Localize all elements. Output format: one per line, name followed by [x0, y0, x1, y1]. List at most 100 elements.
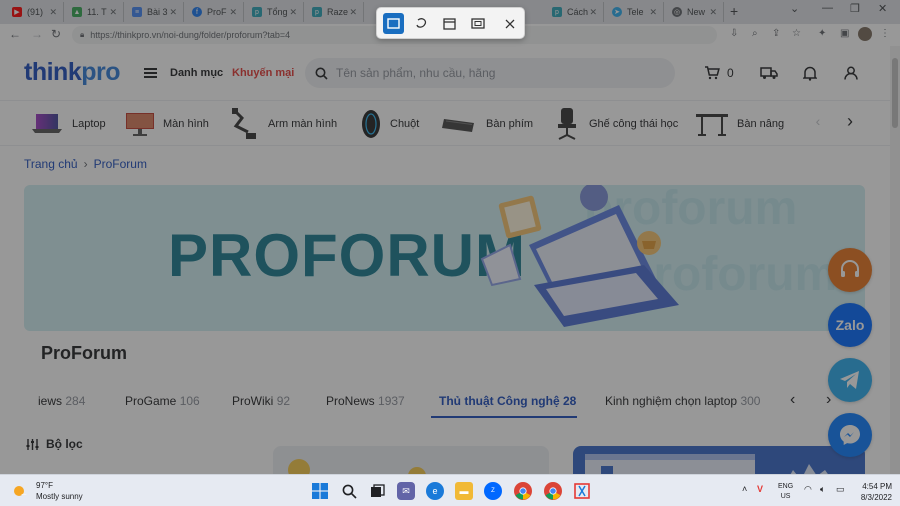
snip-close-button[interactable] [499, 13, 520, 34]
close-icon[interactable]: ✕ [49, 7, 57, 18]
category-prev-icon[interactable]: ‹ [808, 113, 828, 133]
snipping-tool-button[interactable] [573, 482, 591, 500]
browser-tab[interactable]: p Raze ✕ [306, 2, 364, 22]
proforum-banner[interactable]: proforum proforum PROFORUM [24, 185, 865, 331]
restore-icon[interactable]: ❐ [850, 2, 860, 15]
close-icon[interactable]: ✕ [289, 7, 297, 18]
tab-prowiki[interactable]: ProWiki 92 [232, 394, 290, 408]
file-explorer-button[interactable]: ▬ [455, 482, 473, 500]
menu-link[interactable]: Danh mục [170, 67, 223, 79]
bell-icon[interactable] [803, 66, 817, 81]
browser-tab[interactable]: ➤ Tele ✕ [606, 2, 664, 22]
promo-link[interactable]: Khuyến mại [232, 67, 294, 79]
article-card[interactable] [273, 446, 549, 474]
browser-tab[interactable]: f ProF ✕ [186, 2, 244, 22]
forward-icon[interactable]: → [31, 27, 43, 41]
category-next-icon[interactable]: › [840, 111, 860, 131]
chrome-profile-button[interactable] [544, 482, 562, 500]
category-laptop[interactable]: Laptop [30, 101, 106, 147]
rectangle-snip-button[interactable] [383, 13, 404, 34]
back-icon[interactable]: ← [9, 27, 21, 41]
article-card[interactable] [573, 446, 865, 474]
chevron-left-icon[interactable]: ‹ [790, 391, 795, 409]
close-icon[interactable]: ✕ [649, 7, 657, 18]
hamburger-icon[interactable] [144, 68, 157, 78]
volume-icon[interactable]: 🔈︎ [820, 484, 825, 495]
chevron-right-icon[interactable]: › [826, 391, 831, 409]
new-tab-button[interactable]: + [730, 3, 738, 19]
browser-tab[interactable]: ◎ New ✕ [666, 2, 724, 22]
delivery-truck-icon[interactable] [760, 66, 778, 80]
edge-button[interactable]: e [426, 482, 444, 500]
category-label: Màn hình [163, 118, 209, 130]
drive-icon: ▲ [72, 7, 82, 17]
language-indicator[interactable]: ENG US [778, 482, 793, 502]
start-button[interactable] [311, 482, 329, 500]
category-monitor-arm[interactable]: Arm màn hình [230, 101, 337, 147]
tab-search-icon[interactable]: ⌄ [790, 2, 799, 15]
browser-tab[interactable]: p Cách ✕ [546, 2, 604, 22]
menu-dots-icon[interactable]: ⋮ [880, 28, 890, 39]
search-box[interactable] [305, 58, 675, 88]
tab-laptop-advice[interactable]: Kinh nghiệm chọn laptop 300 [605, 394, 760, 408]
teams-chat-button[interactable]: ✉ [397, 482, 415, 500]
telegram-button[interactable] [828, 358, 872, 402]
lock-icon[interactable]: 🔒︎ [80, 30, 84, 40]
category-monitor[interactable]: Màn hình [125, 101, 209, 147]
category-mouse[interactable]: Chuột [360, 101, 419, 147]
cart-button[interactable]: 0 [704, 66, 734, 80]
browser-tab[interactable]: p Tổng ✕ [246, 2, 304, 22]
thinkpro-logo[interactable]: thinkpro [24, 58, 120, 87]
window-snip-button[interactable] [439, 13, 460, 34]
system-clock[interactable]: 4:54 PM 8/3/2022 [850, 481, 892, 503]
battery-icon[interactable]: ▭ [836, 484, 845, 495]
filter-button[interactable]: Bộ lọc [26, 437, 83, 451]
wifi-icon[interactable]: ◠ [804, 484, 812, 495]
chrome-button[interactable] [514, 482, 532, 500]
browser-tab[interactable]: ▶ (91) ✕ [6, 2, 64, 22]
unikey-icon[interactable]: V [757, 484, 763, 494]
page-scrollbar-thumb[interactable] [892, 58, 898, 128]
tray-overflow-icon[interactable]: ˄ [742, 484, 747, 494]
search-input[interactable] [336, 66, 666, 80]
close-icon[interactable]: ✕ [349, 7, 357, 18]
tab-pronews[interactable]: ProNews 1937 [326, 394, 405, 408]
support-chat-button[interactable] [828, 248, 872, 292]
profile-avatar[interactable] [858, 27, 872, 41]
taskbar-search-button[interactable] [340, 482, 358, 500]
tab-progame[interactable]: ProGame 106 [125, 394, 200, 408]
install-icon[interactable]: ⇩ [730, 28, 738, 39]
category-standing-desk[interactable]: Bàn nâng [695, 101, 784, 147]
browser-tab[interactable]: ▲ 11. T ✕ [66, 2, 124, 22]
extensions-icon[interactable]: ✦ [818, 28, 826, 39]
zoom-icon[interactable]: ⌕ [752, 28, 758, 39]
category-bar: Laptop Màn hình Arm màn hình Chuột Bàn p… [0, 100, 890, 146]
bookmark-star-icon[interactable]: ☆ [792, 28, 801, 39]
freeform-snip-button[interactable] [411, 13, 432, 34]
zalo-app-button[interactable]: Z [484, 482, 502, 500]
close-icon[interactable]: ✕ [109, 7, 117, 18]
tab-tech-tips[interactable]: Thủ thuật Công nghệ 28 [439, 394, 576, 408]
tab-reviews[interactable]: iews 284 [38, 394, 85, 408]
close-icon[interactable]: ✕ [709, 7, 717, 18]
close-icon[interactable]: ✕ [229, 7, 237, 18]
close-icon[interactable]: ✕ [589, 7, 597, 18]
task-view-button[interactable] [368, 482, 386, 500]
messenger-button[interactable] [828, 413, 872, 457]
sidepanel-icon[interactable]: ▣ [840, 28, 849, 39]
fullscreen-snip-button[interactable] [467, 13, 488, 34]
user-icon[interactable] [844, 66, 858, 80]
browser-tab[interactable]: ≡ Bài 3 ✕ [126, 2, 184, 22]
share-icon[interactable]: ⇪ [772, 28, 780, 39]
category-keyboard[interactable]: Bàn phím [442, 101, 533, 147]
tab-title: Tổng [267, 7, 288, 17]
breadcrumb-current[interactable]: ProForum [94, 157, 147, 171]
reload-icon[interactable]: ↻ [51, 27, 61, 41]
zalo-button[interactable]: Zalo [828, 303, 872, 347]
weather-widget[interactable]: 97°F Mostly sunny [12, 480, 83, 502]
window-close-icon[interactable]: ✕ [878, 2, 887, 15]
breadcrumb-home[interactable]: Trang chủ [24, 157, 78, 171]
minimize-icon[interactable]: — [822, 2, 833, 14]
category-chair[interactable]: Ghế công thái học [553, 101, 678, 147]
close-icon[interactable]: ✕ [169, 7, 177, 18]
